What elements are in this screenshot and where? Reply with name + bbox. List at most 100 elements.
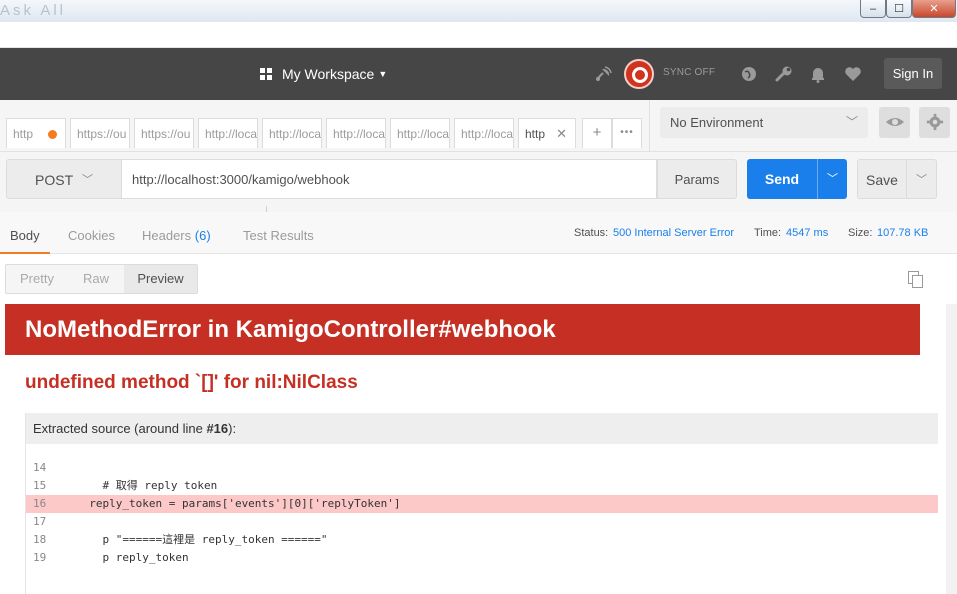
request-tab[interactable]: https://ou <box>70 118 130 148</box>
line-number: 17 <box>33 515 47 528</box>
tab-label: https://ou <box>141 127 191 141</box>
view-pretty-button[interactable]: Pretty <box>6 265 68 293</box>
menu-bar <box>0 22 957 48</box>
headers-count: (6) <box>194 228 211 243</box>
view-preview-button[interactable]: Preview <box>124 265 197 293</box>
environment-select[interactable]: No Environment ﹀ <box>660 107 868 138</box>
environment-quicklook-button[interactable] <box>879 107 910 138</box>
source-header-suffix: ): <box>228 421 237 436</box>
tab-strip: http https://ou https://ou http://loca h… <box>0 100 650 152</box>
request-tab[interactable]: http://loca <box>198 118 258 148</box>
url-input[interactable]: http://localhost:3000/kamigo/webhook <box>122 159 657 199</box>
source-lines: 14 15 # 取得 reply token 16 reply_token = … <box>26 459 938 567</box>
workspace-switcher[interactable]: My Workspace ▼ <box>260 48 387 100</box>
extracted-source: Extracted source (around line #16): 14 1… <box>25 413 938 594</box>
body-view-toolbar: Pretty Raw Preview <box>0 254 957 300</box>
request-bar: POST ﹀ http://localhost:3000/kamigo/webh… <box>0 152 957 212</box>
maximize-button[interactable]: ☐ <box>886 0 912 18</box>
request-tab[interactable]: http://loca <box>262 118 322 148</box>
sync-status-label: SYNC OFF <box>663 67 716 78</box>
chevron-down-icon: ﹀ <box>845 115 858 129</box>
minimize-button[interactable]: ‒ <box>860 0 886 18</box>
tab-label: http <box>13 127 34 141</box>
error-message: undefined method `[]' for nil:NilClass <box>25 372 358 393</box>
source-line: 19 p reply_token <box>26 549 938 567</box>
app-header: My Workspace ▼ SYNC OFF Sign In <box>0 48 957 100</box>
response-preview: NoMethodError in KamigoController#webhoo… <box>0 300 957 594</box>
tab-headers[interactable]: Headers (6) <box>142 228 211 243</box>
chevron-down-icon: ﹀ <box>827 173 838 185</box>
close-window-button[interactable]: ✕ <box>912 0 956 18</box>
params-button[interactable]: Params <box>657 159 737 199</box>
caret-down-icon: ▼ <box>378 69 388 79</box>
method-select[interactable]: POST ﹀ <box>6 159 122 199</box>
more-tabs-button[interactable]: ••• <box>612 118 642 148</box>
globe-icon[interactable] <box>739 64 759 84</box>
chevron-down-icon: ﹀ <box>916 174 927 186</box>
line-code: reply_token = params['events'][0]['reply… <box>76 497 401 510</box>
heart-icon[interactable] <box>843 64 863 84</box>
tab-label: http://loca <box>397 127 450 141</box>
wrench-icon[interactable] <box>774 64 794 84</box>
save-options-button[interactable]: ﹀ <box>906 159 937 199</box>
request-tab[interactable]: http://loca <box>326 118 386 148</box>
view-raw-button[interactable]: Raw <box>68 265 124 293</box>
preview-scrollbar[interactable] <box>946 304 957 594</box>
line-code: # 取得 reply token <box>76 479 218 492</box>
line-number: 14 <box>33 461 47 474</box>
save-button[interactable]: Save <box>857 159 907 199</box>
environment-selected: No Environment <box>670 115 764 130</box>
request-tab[interactable]: http <box>6 118 66 148</box>
size-label: Size: <box>848 227 873 239</box>
response-tabs-bar: Body Cookies Headers (6) Test Results St… <box>0 212 957 254</box>
chevron-down-icon: ﹀ <box>82 174 93 186</box>
time-label: Time: <box>754 227 782 239</box>
send-options-button[interactable]: ﹀ <box>817 159 847 199</box>
request-tab[interactable]: http://loca <box>454 118 514 148</box>
request-tab[interactable]: http://loca <box>390 118 450 148</box>
manage-environments-button[interactable] <box>919 107 950 138</box>
line-code: p "======這裡是 reply_token ======" <box>76 533 328 546</box>
grid-icon <box>260 68 272 80</box>
source-line: 18 p "======這裡是 reply_token ======" <box>26 531 938 549</box>
line-number: 18 <box>33 533 47 546</box>
tab-test-results[interactable]: Test Results <box>243 228 314 243</box>
tab-label: http://loca <box>269 127 322 141</box>
status-label: Status: <box>574 227 609 239</box>
source-header: Extracted source (around line #16): <box>26 413 938 444</box>
workspace-label: My Workspace <box>282 66 375 82</box>
tab-headers-label: Headers <box>142 228 192 243</box>
tab-cookies[interactable]: Cookies <box>68 228 115 243</box>
source-line-highlighted: 16 reply_token = params['events'][0]['re… <box>26 495 938 513</box>
source-line: 17 <box>26 513 938 531</box>
source-header-prefix: Extracted source (around line <box>33 421 207 436</box>
body-view-toggle: Pretty Raw Preview <box>5 264 198 294</box>
request-tab[interactable]: https://ou <box>134 118 194 148</box>
line-number: 19 <box>33 551 47 564</box>
unsaved-dot-icon <box>48 130 57 139</box>
line-number: 16 <box>33 497 47 510</box>
request-tab-active[interactable]: http ✕ <box>518 118 576 148</box>
status-value[interactable]: 500 Internal Server Error <box>613 227 734 239</box>
postman-window: Ask All ‒ ☐ ✕ My Workspace ▼ SYNC OFF Si… <box>0 0 957 594</box>
source-header-line: #16 <box>206 421 229 436</box>
satellite-icon[interactable] <box>594 64 614 84</box>
method-value: POST <box>35 172 74 188</box>
size-value[interactable]: 107.78 KB <box>877 227 928 239</box>
sync-icon[interactable] <box>624 59 654 89</box>
tab-label: http://loca <box>333 127 386 141</box>
tab-label: http://loca <box>461 127 514 141</box>
window-titlebar: Ask All ‒ ☐ ✕ <box>0 0 957 22</box>
sign-in-button[interactable]: Sign In <box>884 58 942 89</box>
close-tab-icon[interactable]: ✕ <box>556 119 567 148</box>
send-button[interactable]: Send <box>747 159 817 199</box>
titlebar-text: Ask All <box>0 2 67 19</box>
line-number: 15 <box>33 479 47 492</box>
tab-body[interactable]: Body <box>10 228 40 243</box>
copy-icon[interactable] <box>907 271 925 289</box>
source-line: 14 <box>26 459 938 477</box>
bell-icon[interactable] <box>808 64 828 84</box>
error-title: NoMethodError in KamigoController#webhoo… <box>5 304 920 355</box>
new-tab-button[interactable]: + <box>582 118 612 148</box>
time-value[interactable]: 4547 ms <box>786 227 828 239</box>
